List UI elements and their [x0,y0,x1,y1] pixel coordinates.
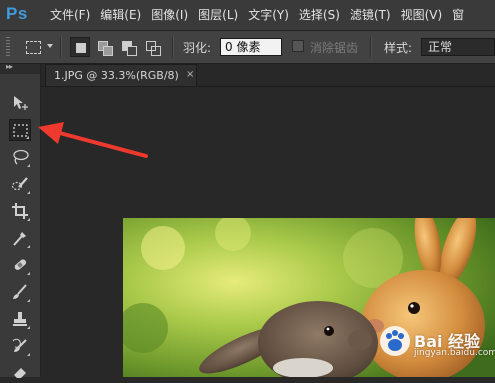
lasso-tool[interactable] [9,146,31,168]
antialias-checkbox[interactable] [292,40,304,52]
intersect-selection-button[interactable] [142,37,162,57]
clone-stamp-tool[interactable] [9,308,31,330]
separator [370,37,372,57]
history-brush-tool[interactable] [9,335,31,357]
baidu-paw-logo-icon [380,326,410,356]
eyedropper-tool[interactable] [9,227,31,249]
tool-preset-dropdown-icon[interactable] [47,44,53,48]
style-label: 样式: [384,41,413,55]
separator [60,37,62,57]
antialias-label: 消除锯齿 [310,41,359,55]
menu-items: 文件(F) 编辑(E) 图像(I) 图层(L) 文字(Y) 选择(S) 滤镜(T… [48,0,472,30]
options-bar: 羽化: 0 像素 消除锯齿 样式: 正常 [0,31,495,64]
style-select[interactable]: 正常 [421,38,495,56]
quick-selection-tool[interactable] [9,173,31,195]
crop-tool[interactable] [9,200,31,222]
menu-filter[interactable]: 滤镜(T) [348,0,399,30]
menu-image[interactable]: 图像(I) [149,0,196,30]
app-logo: Ps [6,4,28,23]
eraser-tool[interactable] [9,361,31,383]
menu-type[interactable]: 文字(Y) [246,0,297,30]
healing-brush-tool[interactable] [9,254,31,276]
separator [172,37,174,57]
watermark: Bai 经验 jingyan.baidu.com [380,326,495,360]
move-tool[interactable] [9,92,31,114]
add-to-selection-button[interactable] [94,37,114,57]
new-selection-button[interactable] [70,37,90,57]
document-tab[interactable]: 1.JPG @ 33.3%(RGB/8) × [45,64,197,86]
brush-tool[interactable] [9,281,31,303]
menu-layer[interactable]: 图层(L) [196,0,246,30]
toolbox-header: ▸▸ [0,62,40,74]
tab-strip-divider [41,86,495,87]
subtract-from-selection-button[interactable] [118,37,138,57]
menu-window[interactable]: 窗 [450,0,472,30]
menu-select[interactable]: 选择(S) [297,0,348,30]
rectangular-marquee-tool[interactable] [9,119,31,141]
toolbox: ▸▸ [0,62,41,378]
menu-bar: Ps 文件(F) 编辑(E) 图像(I) 图层(L) 文字(Y) 选择(S) 滤… [0,0,495,31]
move-arrow-icon [14,96,28,110]
watermark-url: jingyan.baidu.com [414,348,495,358]
collapse-arrows-icon[interactable]: ▸▸ [6,62,13,71]
menu-view[interactable]: 视图(V) [399,0,451,30]
document-tab-title: 1.JPG @ 33.3%(RGB/8) [54,69,179,82]
feather-label: 羽化: [183,41,212,55]
annotation-arrow-icon [38,122,148,158]
eraser-icon [14,368,26,378]
close-icon[interactable]: × [186,69,194,80]
tool-preset-marquee-icon[interactable] [26,41,41,54]
options-bar-grip[interactable] [6,37,10,57]
feather-input[interactable]: 0 像素 [220,38,282,56]
menu-edit[interactable]: 编辑(E) [98,0,149,30]
menu-file[interactable]: 文件(F) [48,0,98,30]
